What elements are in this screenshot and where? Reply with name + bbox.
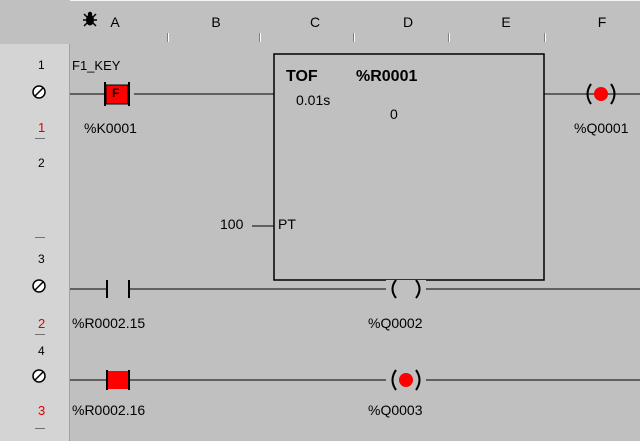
- column-a-label[interactable]: A: [105, 14, 125, 30]
- ladder-diagram: [70, 53, 640, 391]
- rung3-contact-address: %R0002.16: [72, 402, 146, 418]
- rung2-contact-address: %R0002.15: [72, 315, 146, 331]
- rung-number-3: 3: [38, 403, 46, 418]
- preset-pin-label: PT: [278, 216, 296, 232]
- ladder-workspace: F1_KEY F %K0001 TOF %R0001 0.01s 0 100 P…: [70, 44, 640, 441]
- column-header: A B C D E F: [70, 0, 640, 45]
- row-number-4: 4: [38, 344, 45, 358]
- bug-icon[interactable]: [81, 10, 99, 33]
- no-power-circle-icon[interactable]: [31, 278, 47, 299]
- rung1-contact-address: %K0001: [84, 120, 137, 136]
- column-c-label[interactable]: C: [305, 14, 325, 30]
- column-b-label[interactable]: B: [206, 14, 226, 30]
- rung2-coil[interactable]: [386, 279, 426, 299]
- rung1-coil-address: %Q0001: [574, 120, 629, 136]
- rung1-contact-badge: F: [112, 86, 120, 100]
- row-number-2: 2: [38, 156, 45, 170]
- rung2-coil-address: %Q0002: [368, 315, 423, 331]
- row-number-1: 1: [38, 58, 45, 72]
- rung-number-2: 2: [38, 316, 46, 331]
- column-e-label[interactable]: E: [496, 14, 516, 30]
- rung3-coil[interactable]: [386, 369, 426, 391]
- timer-register: %R0001: [356, 68, 418, 85]
- row-number-3: 3: [38, 252, 45, 266]
- no-power-circle-icon[interactable]: [31, 368, 47, 389]
- no-power-circle-icon[interactable]: [31, 84, 47, 105]
- header-corner: [0, 0, 71, 45]
- preset-value: 100: [220, 216, 244, 232]
- ladder-editor: A B C D E F 1 1 2 3 2 4 3 F1_KEY F %K000…: [0, 0, 640, 441]
- rung3-contact[interactable]: [106, 370, 130, 390]
- timer-current-value: 0: [390, 106, 398, 122]
- timer-type: TOF: [286, 68, 318, 85]
- timer-base: 0.01s: [296, 92, 331, 108]
- column-f-label[interactable]: F: [592, 14, 612, 30]
- rung3-coil-address: %Q0003: [368, 402, 423, 418]
- rung-number-1: 1: [38, 120, 46, 135]
- column-d-label[interactable]: D: [398, 14, 418, 30]
- tof-timer-block[interactable]: [273, 53, 545, 281]
- rung2-contact[interactable]: [106, 280, 130, 298]
- rung1-contact-name: F1_KEY: [72, 58, 121, 73]
- row-gutter: 1 1 2 3 2 4 3: [0, 44, 70, 441]
